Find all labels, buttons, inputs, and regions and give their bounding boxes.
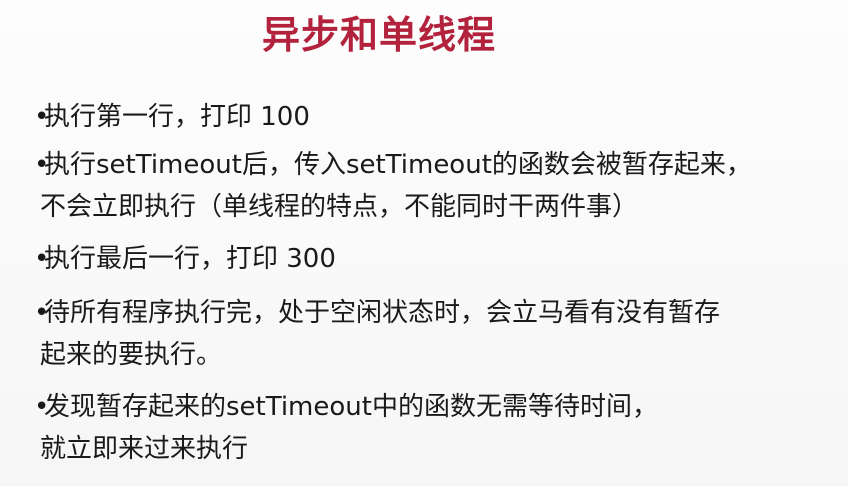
bullet-item-3: •执行最后一行，打印 300 <box>34 238 834 280</box>
bullet-line: •执行第一行，打印 100 <box>34 96 834 138</box>
bullet-dot: • <box>34 102 50 132</box>
bullet-line-continuation: 不会立即执行（单线程的特点，不能同时干两件事） <box>40 192 639 222</box>
bullet-line: •待所有程序执行完，处于空闲状态时，会立马看有没有暂存 <box>34 292 834 334</box>
bullet-item-2: •执行setTimeout后，传入setTimeout的函数会被暂存起来， 不会… <box>34 144 834 228</box>
bullet-line-continuation: 就立即来过来执行 <box>40 434 249 464</box>
bullet-item-5: •发现暂存起来的setTimeout中的函数无需等待时间， 就立即来过来执行 <box>34 386 834 470</box>
bullet-item-4: •待所有程序执行完，处于空闲状态时，会立马看有没有暂存 起来的要执行。 <box>34 292 834 376</box>
bullet-dot: • <box>34 298 50 328</box>
bullet-dot: • <box>34 150 50 180</box>
bullet-item-1: •执行第一行，打印 100 <box>34 96 834 138</box>
bullet-line: •发现暂存起来的setTimeout中的函数无需等待时间， <box>34 386 834 428</box>
bullet-line-continuation: 起来的要执行。 <box>40 340 223 370</box>
bullet-dot: • <box>34 392 50 422</box>
bullet-line: •执行最后一行，打印 300 <box>34 238 834 280</box>
bullet-dot: • <box>34 244 50 274</box>
slide: 异步和单线程 •执行第一行，打印 100 •执行setTimeout后，传入se… <box>0 0 848 486</box>
bullet-line: •执行setTimeout后，传入setTimeout的函数会被暂存起来， <box>34 144 834 186</box>
slide-title: 异步和单线程 <box>262 13 497 57</box>
